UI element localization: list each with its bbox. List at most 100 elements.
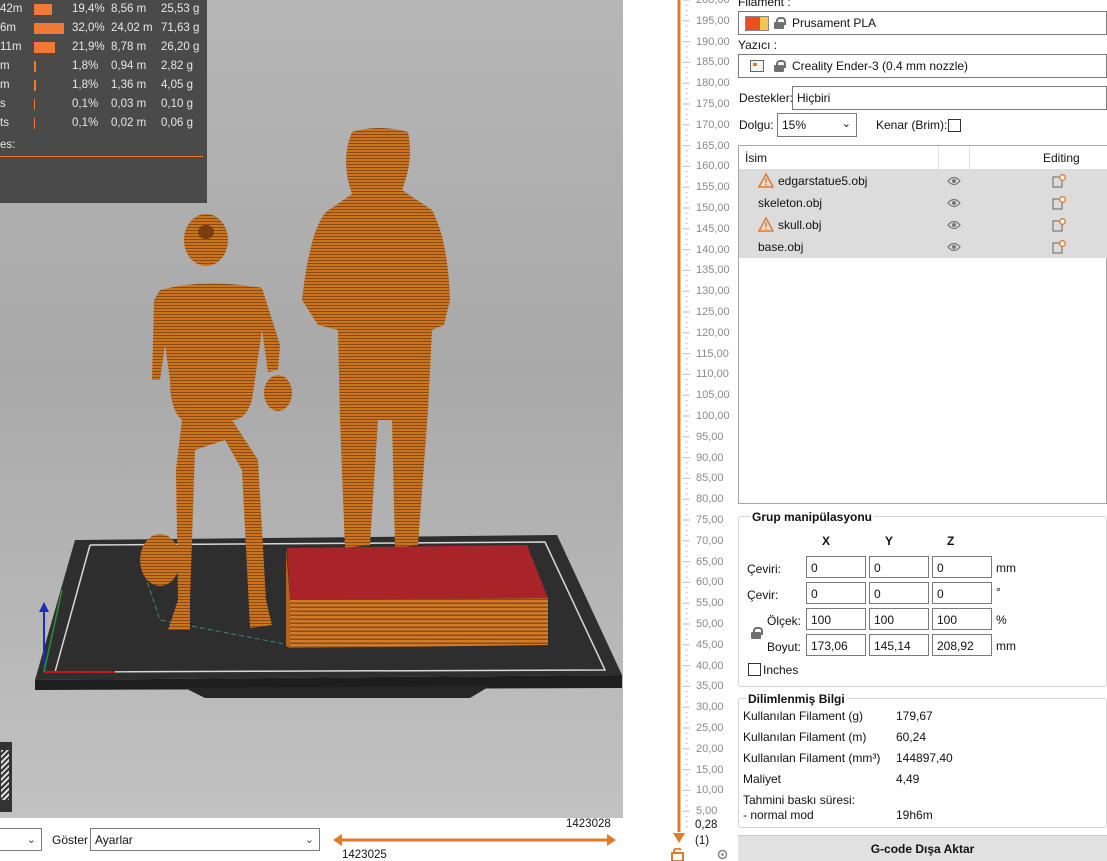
supports-combo[interactable]: Hiçbiri <box>792 86 1107 110</box>
legend-meters: 8,56 m <box>111 3 147 15</box>
layer-tick-label: 125,00 <box>696 306 730 318</box>
legend-bar <box>34 23 64 34</box>
layer-slider-thumb[interactable] <box>673 833 685 843</box>
object-row[interactable]: skeleton.obj <box>739 192 1107 214</box>
info-value: 179,67 <box>896 709 933 723</box>
object-row[interactable]: base.obj <box>739 236 1107 258</box>
layer-tick-label: 75,00 <box>696 514 724 526</box>
layer-tick-label: 130,00 <box>696 285 730 298</box>
supports-label: Destekler: <box>739 91 794 105</box>
layer-tick-label: 175,00 <box>696 98 730 110</box>
column-name-header[interactable]: İsim <box>745 151 767 165</box>
layer-slider[interactable]: 200,00 195,00 190,00 185,00 180,00 175,00 170,… <box>623 0 738 861</box>
edit-settings-icon[interactable] <box>1052 218 1066 232</box>
slider-left-thumb[interactable] <box>333 834 342 846</box>
layer-tick-label: 35,00 <box>696 680 724 693</box>
object-row[interactable]: skull.obj <box>739 214 1107 236</box>
legend-percent: 19,4% <box>72 3 105 15</box>
layer-tick-label: 10,00 <box>696 784 724 797</box>
infill-combo[interactable]: 15% ⌄ <box>777 113 857 137</box>
edit-settings-icon[interactable] <box>1052 174 1066 188</box>
position-z-input[interactable]: 0 <box>932 556 992 578</box>
eye-icon[interactable] <box>947 220 961 230</box>
lock-icon <box>774 17 786 29</box>
printer-combo[interactable]: Creality Ender-3 (0.4 mm nozzle) <box>738 54 1107 78</box>
size-y-value: 145,14 <box>874 639 911 653</box>
info-row-weight: Kullanılan Filament (g) 179,67 <box>743 709 1103 725</box>
info-value: 19h6m <box>896 808 933 822</box>
size-z-input[interactable]: 208,92 <box>932 634 992 656</box>
object-row[interactable]: edgarstatue5.obj <box>739 170 1107 192</box>
rotation-z-input[interactable]: 0 <box>932 582 992 604</box>
rotation-y-input[interactable]: 0 <box>869 582 929 604</box>
legend-bar <box>34 42 55 53</box>
legend-bar <box>34 61 36 72</box>
object-name: skull.obj <box>778 218 822 232</box>
slider-right-thumb[interactable] <box>607 834 616 846</box>
legend-bar <box>34 80 36 91</box>
view-type-combo[interactable]: ⌄ <box>0 828 42 851</box>
scale-z-input[interactable]: 100 <box>932 608 992 630</box>
3d-viewport[interactable]: 42m 19,4% 8,56 m 25,53 g 6m 32,0% 24,02 … <box>0 0 623 818</box>
layer-tick-label: 30,00 <box>696 701 724 714</box>
export-gcode-button[interactable]: G-code Dışa Aktar <box>738 835 1107 861</box>
edit-settings-icon[interactable] <box>1052 240 1066 254</box>
filament-combo[interactable]: Prusament PLA <box>738 11 1107 35</box>
axis-z-header: Z <box>947 534 955 548</box>
collapse-sidebar-button[interactable] <box>0 742 12 812</box>
layer-ticks <box>683 0 690 828</box>
scale-lock-icon[interactable] <box>751 627 763 639</box>
cog-icon[interactable] <box>716 848 729 861</box>
legend-percent: 21,9% <box>72 41 105 53</box>
inches-checkbox[interactable] <box>748 663 761 676</box>
legend-grams: 26,20 g <box>161 41 200 53</box>
legend-bar <box>34 99 35 110</box>
scale-y-input[interactable]: 100 <box>869 608 929 630</box>
layer-tick-label: 135,00 <box>696 264 730 277</box>
horizontal-gcode-slider[interactable] <box>333 834 616 846</box>
unlock-icon[interactable] <box>671 848 685 861</box>
show-label: Göster <box>52 833 89 847</box>
column-editing-header[interactable]: Editing <box>1043 151 1080 165</box>
legend-grams: 0,06 g <box>161 117 193 129</box>
layer-tick-label: 95,00 <box>696 430 724 443</box>
rotation-x-input[interactable]: 0 <box>806 582 866 604</box>
layer-tick-label: 90,00 <box>696 451 724 464</box>
size-y-input[interactable]: 145,14 <box>869 634 929 656</box>
legend-percent: 0,1% <box>72 117 99 129</box>
legend-name: m <box>0 60 10 72</box>
info-row-volume: Kullanılan Filament (mm³) 144897,40 <box>743 751 1103 767</box>
chevron-down-icon: ⌄ <box>841 118 851 130</box>
legend-percent: 0,1% <box>72 98 99 110</box>
eye-icon[interactable] <box>947 198 961 208</box>
legend-grams: 0,10 g <box>161 98 193 110</box>
position-x-input[interactable]: 0 <box>806 556 866 578</box>
object-list[interactable]: İsim Editing edgarstatue5.obj skeleton.o… <box>738 145 1107 504</box>
printer-label: Yazıcı : <box>738 38 778 52</box>
eye-icon[interactable] <box>947 176 961 186</box>
layer-tick-label: 20,00 <box>696 742 724 755</box>
group-manipulation-title: Grup manipülasyonu <box>750 510 875 524</box>
legend-footer: es: <box>0 139 16 151</box>
rotation-unit: ° <box>996 585 1001 599</box>
printer-icon <box>750 60 764 72</box>
object-name: base.obj <box>758 240 804 254</box>
axis-y-header: Y <box>885 534 894 548</box>
size-x-input[interactable]: 173,06 <box>806 634 866 656</box>
brim-checkbox[interactable] <box>948 119 961 132</box>
layer-tick-label: 55,00 <box>696 597 724 610</box>
position-y-input[interactable]: 0 <box>869 556 929 578</box>
legend-grams: 4,05 g <box>161 79 193 91</box>
legend-meters: 0,02 m <box>111 117 147 129</box>
edit-settings-icon[interactable] <box>1052 196 1066 210</box>
infill-value: 15% <box>782 118 807 132</box>
layer-tick-label: 160,00 <box>696 160 730 173</box>
gcode-position-min: 1423025 <box>342 849 387 861</box>
eye-icon[interactable] <box>947 242 961 252</box>
layer-tick-label: 185,00 <box>696 56 730 69</box>
info-key: Kullanılan Filament (m) <box>743 730 867 744</box>
legend-row: s 0,1% 0,03 m 0,10 g <box>0 95 207 114</box>
scale-x-input[interactable]: 100 <box>806 608 866 630</box>
size-unit: mm <box>996 639 1016 653</box>
show-combo[interactable]: Ayarlar ⌄ <box>90 828 320 851</box>
